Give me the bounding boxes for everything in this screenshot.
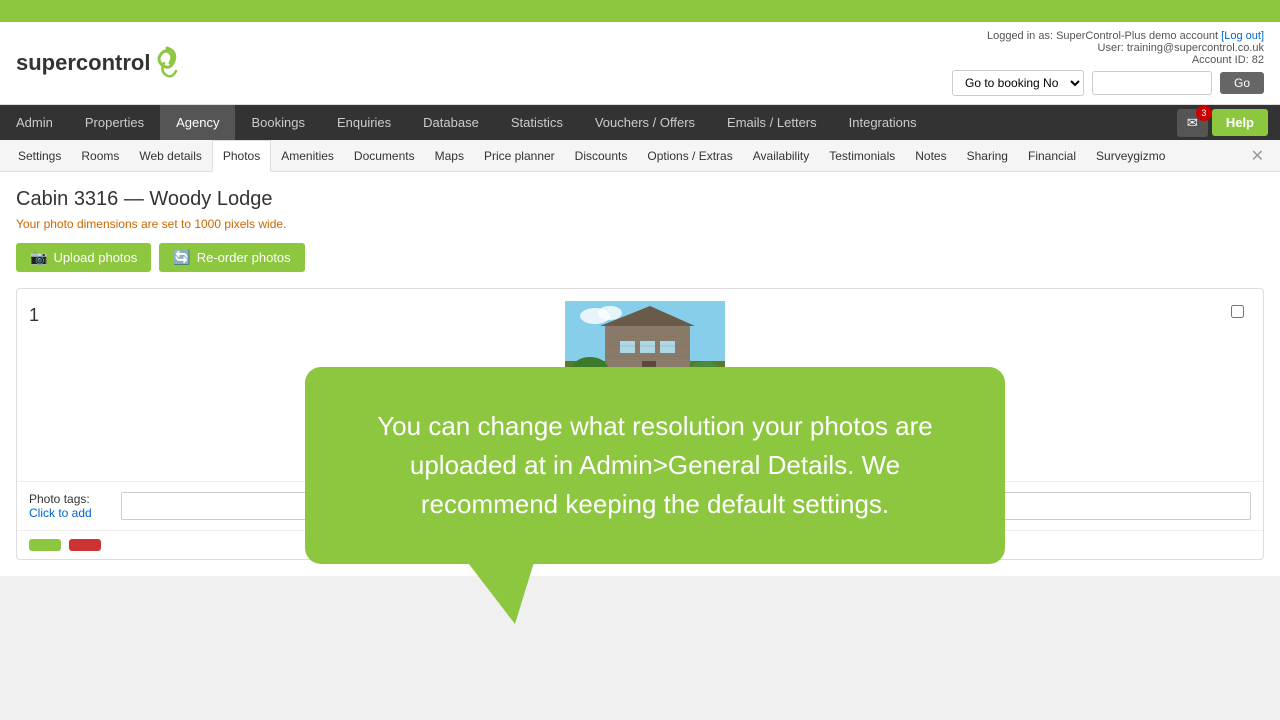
user-info-text: Logged in as: SuperControl-Plus demo acc… [952, 30, 1264, 42]
reorder-label: Re-order photos [197, 250, 291, 265]
page-content: Cabin 3316 — Woody Lodge Your photo dime… [0, 172, 1280, 576]
subnav-photos[interactable]: Photos [212, 140, 271, 172]
subnav-discounts[interactable]: Discounts [565, 141, 638, 171]
click-to-add-label[interactable]: Click to add [29, 506, 109, 520]
subnav-notes[interactable]: Notes [905, 141, 956, 171]
photo-select-checkbox[interactable] [1231, 305, 1244, 318]
top-bar [0, 0, 1280, 22]
nav-database[interactable]: Database [407, 105, 495, 140]
nav-enquiries[interactable]: Enquiries [321, 105, 407, 140]
nav-agency[interactable]: Agency [160, 105, 235, 140]
subnav-options-extras[interactable]: Options / Extras [637, 141, 742, 171]
logo-text: supercontrol [16, 50, 150, 76]
reorder-photos-button[interactable]: 🔄 Re-order photos [159, 243, 304, 272]
logged-in-text: Logged in as: SuperControl-Plus demo acc… [987, 30, 1218, 42]
upload-label: Upload photos [53, 250, 137, 265]
subnav-web-details[interactable]: Web details [129, 141, 211, 171]
photo-number: 1 [29, 301, 59, 326]
nav-vouchers[interactable]: Vouchers / Offers [579, 105, 711, 140]
subnav-rooms[interactable]: Rooms [71, 141, 129, 171]
logo-light: super [16, 50, 76, 75]
nav-properties[interactable]: Properties [69, 105, 160, 140]
subnav-amenities[interactable]: Amenities [271, 141, 344, 171]
tooltip-bubble: You can change what resolution your phot… [305, 367, 1005, 564]
go-button[interactable]: Go [1220, 72, 1264, 94]
user-email: User: training@supercontrol.co.uk [952, 42, 1264, 54]
tooltip-arrow [465, 559, 535, 624]
logo-bold: control [76, 50, 151, 75]
subnav-financial[interactable]: Financial [1018, 141, 1086, 171]
nav-emails[interactable]: Emails / Letters [711, 105, 833, 140]
header-right: Logged in as: SuperControl-Plus demo acc… [952, 30, 1264, 96]
subnav-price-planner[interactable]: Price planner [474, 141, 565, 171]
reorder-icon: 🔄 [173, 249, 190, 266]
subnav-documents[interactable]: Documents [344, 141, 425, 171]
upload-photos-button[interactable]: 📷 Upload photos [16, 243, 151, 272]
logout-link[interactable]: [Log out] [1221, 30, 1264, 42]
subnav-surveygizmo[interactable]: Surveygizmo [1086, 141, 1175, 171]
photo-select-checkbox-wrap [1231, 301, 1251, 321]
goto-select[interactable]: Go to booking No [952, 70, 1084, 96]
sub-nav: Settings Rooms Web details Photos Amenit… [0, 140, 1280, 172]
logo: supercontrol [16, 43, 182, 83]
action-buttons: 📷 Upload photos 🔄 Re-order photos [16, 243, 1264, 272]
main-nav: Admin Properties Agency Bookings Enquiri… [0, 105, 1280, 140]
nav-bookings[interactable]: Bookings [235, 105, 320, 140]
logout-label: Log out [1224, 30, 1261, 42]
nav-right: ✉ 3 Help [1177, 109, 1280, 137]
goto-input[interactable] [1092, 71, 1212, 95]
photo-delete-button[interactable] [69, 539, 101, 551]
header-actions: Go to booking No Go [952, 70, 1264, 96]
nav-admin[interactable]: Admin [0, 105, 69, 140]
header: supercontrol Logged in as: SuperControl-… [0, 22, 1280, 105]
upload-icon: 📷 [30, 249, 47, 266]
nav-integrations[interactable]: Integrations [833, 105, 933, 140]
photo-save-button[interactable] [29, 539, 61, 551]
photo-info: Your photo dimensions are set to 1000 pi… [16, 217, 1264, 231]
photo-tags-label: Photo tags: [29, 492, 109, 506]
subnav-testimonials[interactable]: Testimonials [819, 141, 905, 171]
page-title: Cabin 3316 — Woody Lodge [16, 188, 1264, 211]
tooltip-text: You can change what resolution your phot… [355, 407, 955, 524]
message-badge: 3 [1196, 105, 1212, 121]
subnav-availability[interactable]: Availability [743, 141, 819, 171]
nav-statistics[interactable]: Statistics [495, 105, 579, 140]
subnav-settings[interactable]: Settings [8, 141, 71, 171]
help-button[interactable]: Help [1212, 109, 1268, 136]
logo-icon [152, 43, 182, 83]
messages-icon[interactable]: ✉ 3 [1177, 109, 1208, 137]
subnav-maps[interactable]: Maps [425, 141, 474, 171]
tags-label: Photo tags: Click to add [29, 492, 109, 520]
subnav-close[interactable]: ✕ [1243, 142, 1272, 170]
subnav-sharing[interactable]: Sharing [957, 141, 1018, 171]
account-id: Account ID: 82 [952, 54, 1264, 66]
